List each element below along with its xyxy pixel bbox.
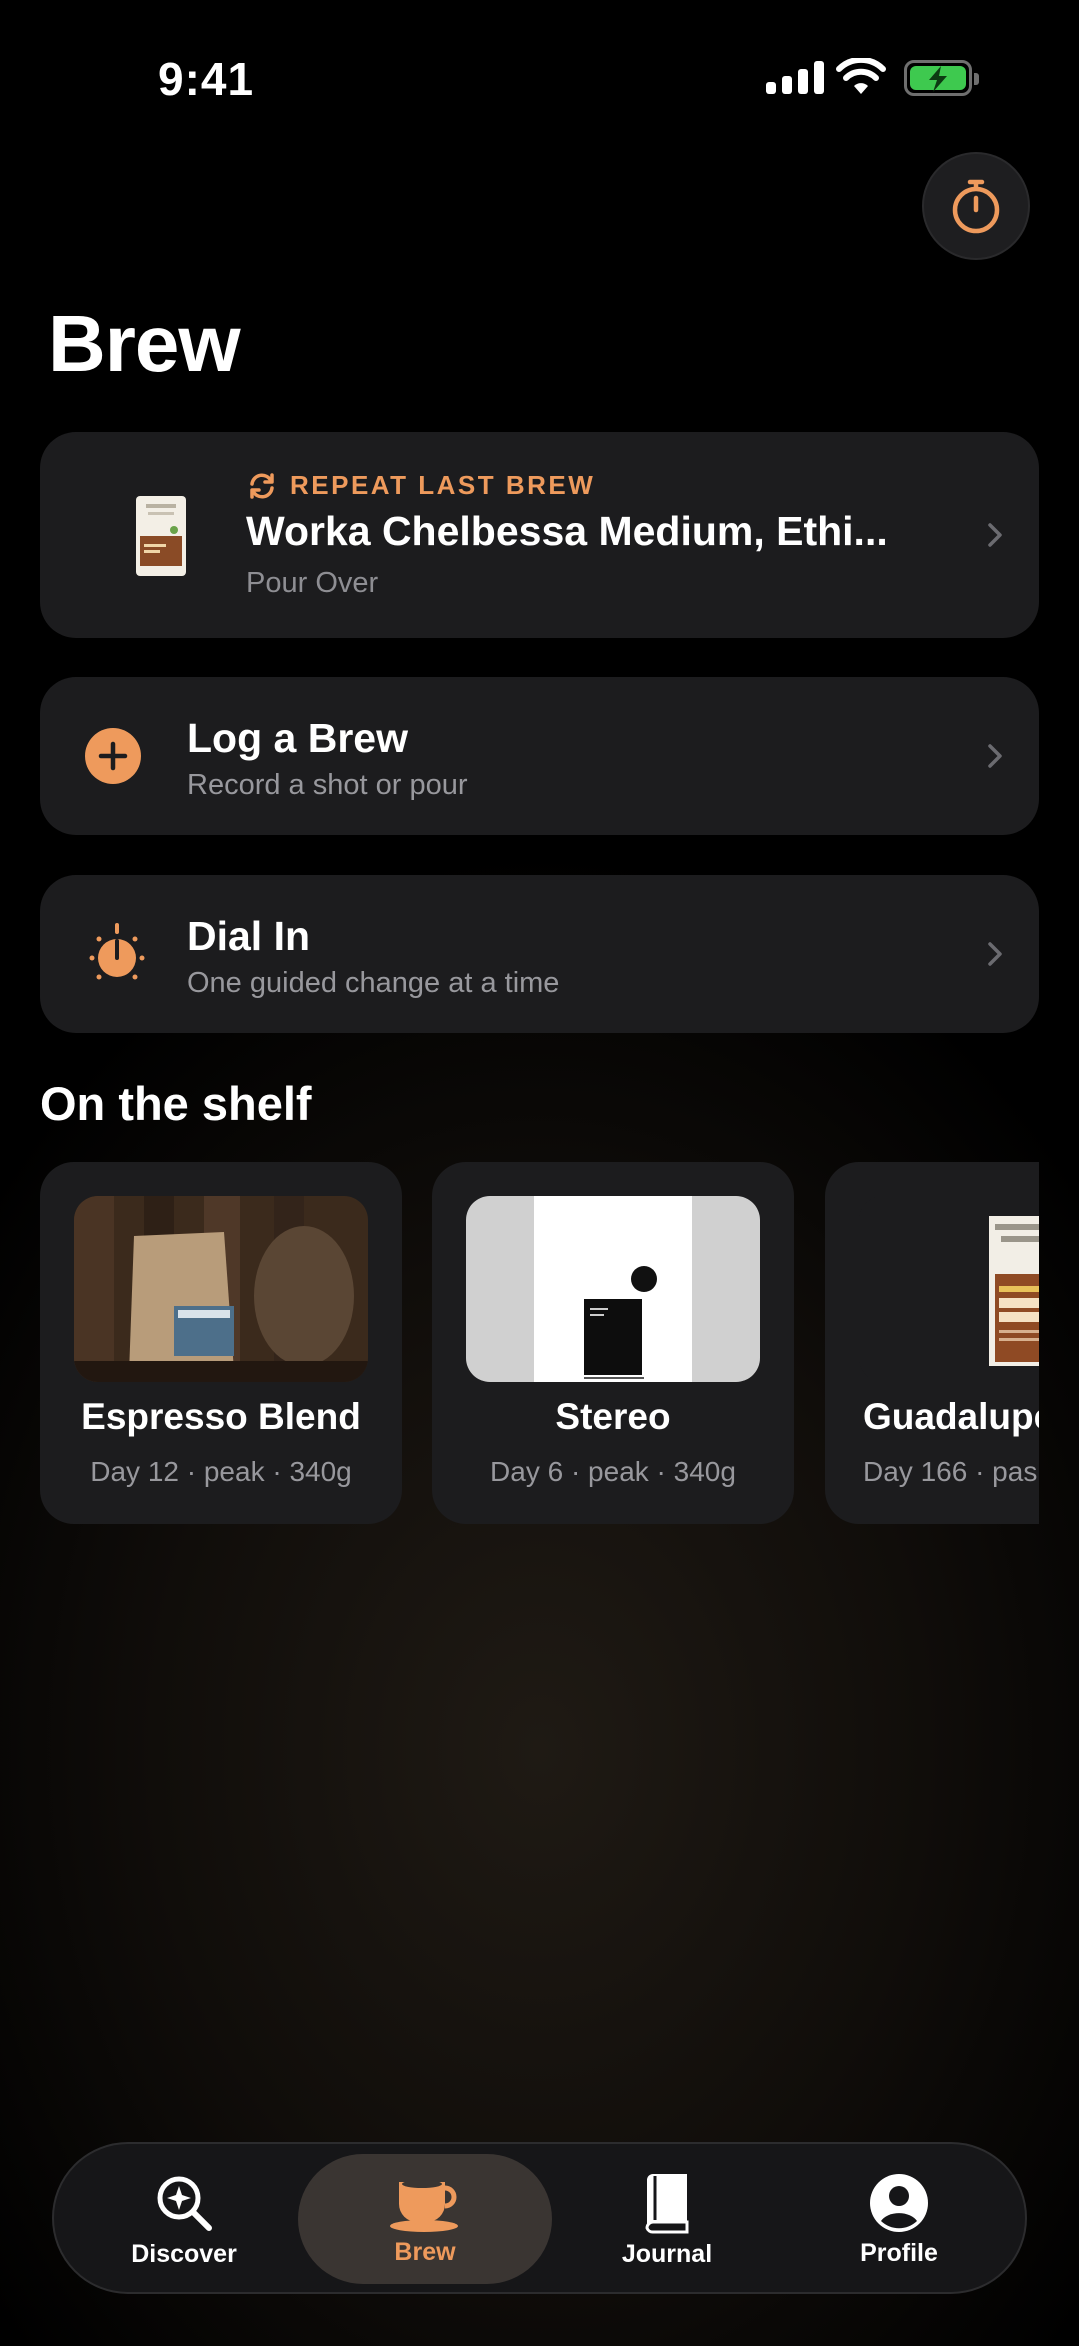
chevron-right-icon: [988, 942, 1002, 966]
cellular-signal-icon: [766, 60, 824, 94]
repeat-icon: [250, 472, 274, 499]
repeat-kicker: REPEAT LAST BREW: [246, 470, 595, 501]
bean-photo: [466, 1196, 760, 1382]
tab-label: Discover: [131, 2239, 237, 2268]
dial-in-icon: [89, 923, 145, 980]
repeat-bean-name: Worka Chelbessa Medium, Ethi...: [246, 508, 888, 554]
bean-name: Espresso Blend: [81, 1396, 361, 1437]
book-icon: [645, 2173, 689, 2233]
repeat-brew-method: Pour Over: [246, 567, 379, 599]
bean-name: Stereo: [555, 1396, 671, 1437]
battery-icon: [904, 60, 979, 96]
tab-discover[interactable]: Discover: [84, 2144, 284, 2296]
log-brew-title: Log a Brew: [187, 715, 408, 761]
coffee-bag-thumbnail: [136, 496, 186, 576]
tab-label: Brew: [394, 2237, 456, 2266]
repeat-kicker-label: REPEAT LAST BREW: [290, 470, 596, 500]
wifi-icon: [836, 58, 886, 94]
bean-card-stereo[interactable]: Stereo Day 6 · peak · 340g: [432, 1162, 794, 1524]
bean-card-espresso-blend[interactable]: Espresso Blend Day 12 · peak · 340g: [40, 1162, 402, 1524]
plus-circle-icon: [85, 728, 141, 784]
dial-in-title: Dial In: [187, 913, 311, 959]
brew-timer-button[interactable]: [922, 152, 1030, 260]
discover-icon: [157, 2176, 212, 2231]
status-time: 9:41: [158, 53, 255, 105]
tab-bar: Discover Brew Journal Profile: [52, 2142, 1027, 2294]
shelf-section-title: On the shelf: [40, 1077, 312, 1130]
log-brew-subtitle: Record a shot or pour: [187, 769, 468, 801]
bean-photo: [74, 1196, 368, 1382]
tab-label: Journal: [621, 2239, 713, 2268]
chevron-right-icon: [988, 744, 1002, 768]
dial-in-subtitle: One guided change at a time: [187, 967, 560, 999]
tab-label: Profile: [860, 2238, 938, 2267]
tab-profile[interactable]: Profile: [799, 2144, 999, 2296]
shelf-carousel[interactable]: Espresso Blend Day 12 · peak · 340g Ster…: [40, 1162, 1039, 1526]
chevron-right-icon: [988, 523, 1002, 547]
coffee-cup-icon: [390, 2179, 458, 2232]
tab-journal[interactable]: Journal: [567, 2144, 767, 2296]
tab-brew[interactable]: Brew: [298, 2154, 552, 2284]
bean-meta: Day 166 · pas: [863, 1456, 1038, 1487]
bean-name: Guadalupe: [863, 1396, 1039, 1437]
bean-meta: Day 6 · peak · 340g: [490, 1456, 736, 1487]
log-brew-button[interactable]: Log a Brew Record a shot or pour: [40, 677, 1039, 835]
bean-photo: [859, 1196, 1039, 1382]
page-title: Brew: [48, 299, 241, 388]
bean-card-guadalupe[interactable]: Guadalupe Day 166 · pas: [825, 1162, 1039, 1524]
stopwatch-icon: [952, 179, 1000, 234]
bean-meta: Day 12 · peak · 340g: [90, 1456, 352, 1487]
status-bar: 9:41: [0, 0, 1079, 150]
dial-in-button[interactable]: Dial In One guided change at a time: [40, 875, 1039, 1033]
person-icon: [870, 2173, 928, 2232]
